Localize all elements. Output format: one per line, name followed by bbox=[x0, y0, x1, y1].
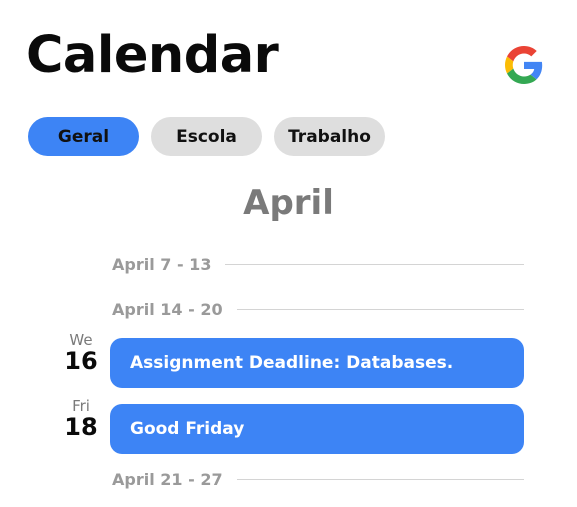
month-heading: April bbox=[243, 183, 334, 223]
day-number: 16 bbox=[64, 347, 98, 375]
week-separator: April 7 - 13 bbox=[112, 255, 524, 274]
page-title: Calendar bbox=[26, 26, 279, 85]
tab-trabalho[interactable]: Trabalho bbox=[274, 117, 385, 156]
day-number: 18 bbox=[64, 413, 98, 441]
week-separator: April 21 - 27 bbox=[112, 470, 524, 489]
day-marker: We 16 bbox=[60, 332, 102, 374]
divider bbox=[236, 309, 524, 310]
week-separator: April 14 - 20 bbox=[112, 300, 524, 319]
divider bbox=[236, 479, 524, 480]
weekday-label: Fri bbox=[72, 397, 90, 415]
day-marker: Fri 18 bbox=[60, 398, 102, 440]
week-label: April 21 - 27 bbox=[112, 470, 223, 489]
tab-escola[interactable]: Escola bbox=[151, 117, 262, 156]
tab-geral[interactable]: Geral bbox=[28, 117, 139, 156]
divider bbox=[225, 264, 524, 265]
event-card[interactable]: Good Friday bbox=[110, 404, 524, 454]
weekday-label: We bbox=[69, 331, 93, 349]
event-card[interactable]: Assignment Deadline: Databases. bbox=[110, 338, 524, 388]
category-tabs: Geral Escola Trabalho bbox=[28, 117, 385, 156]
google-g-icon bbox=[505, 46, 543, 84]
week-label: April 14 - 20 bbox=[112, 300, 223, 319]
week-label: April 7 - 13 bbox=[112, 255, 212, 274]
